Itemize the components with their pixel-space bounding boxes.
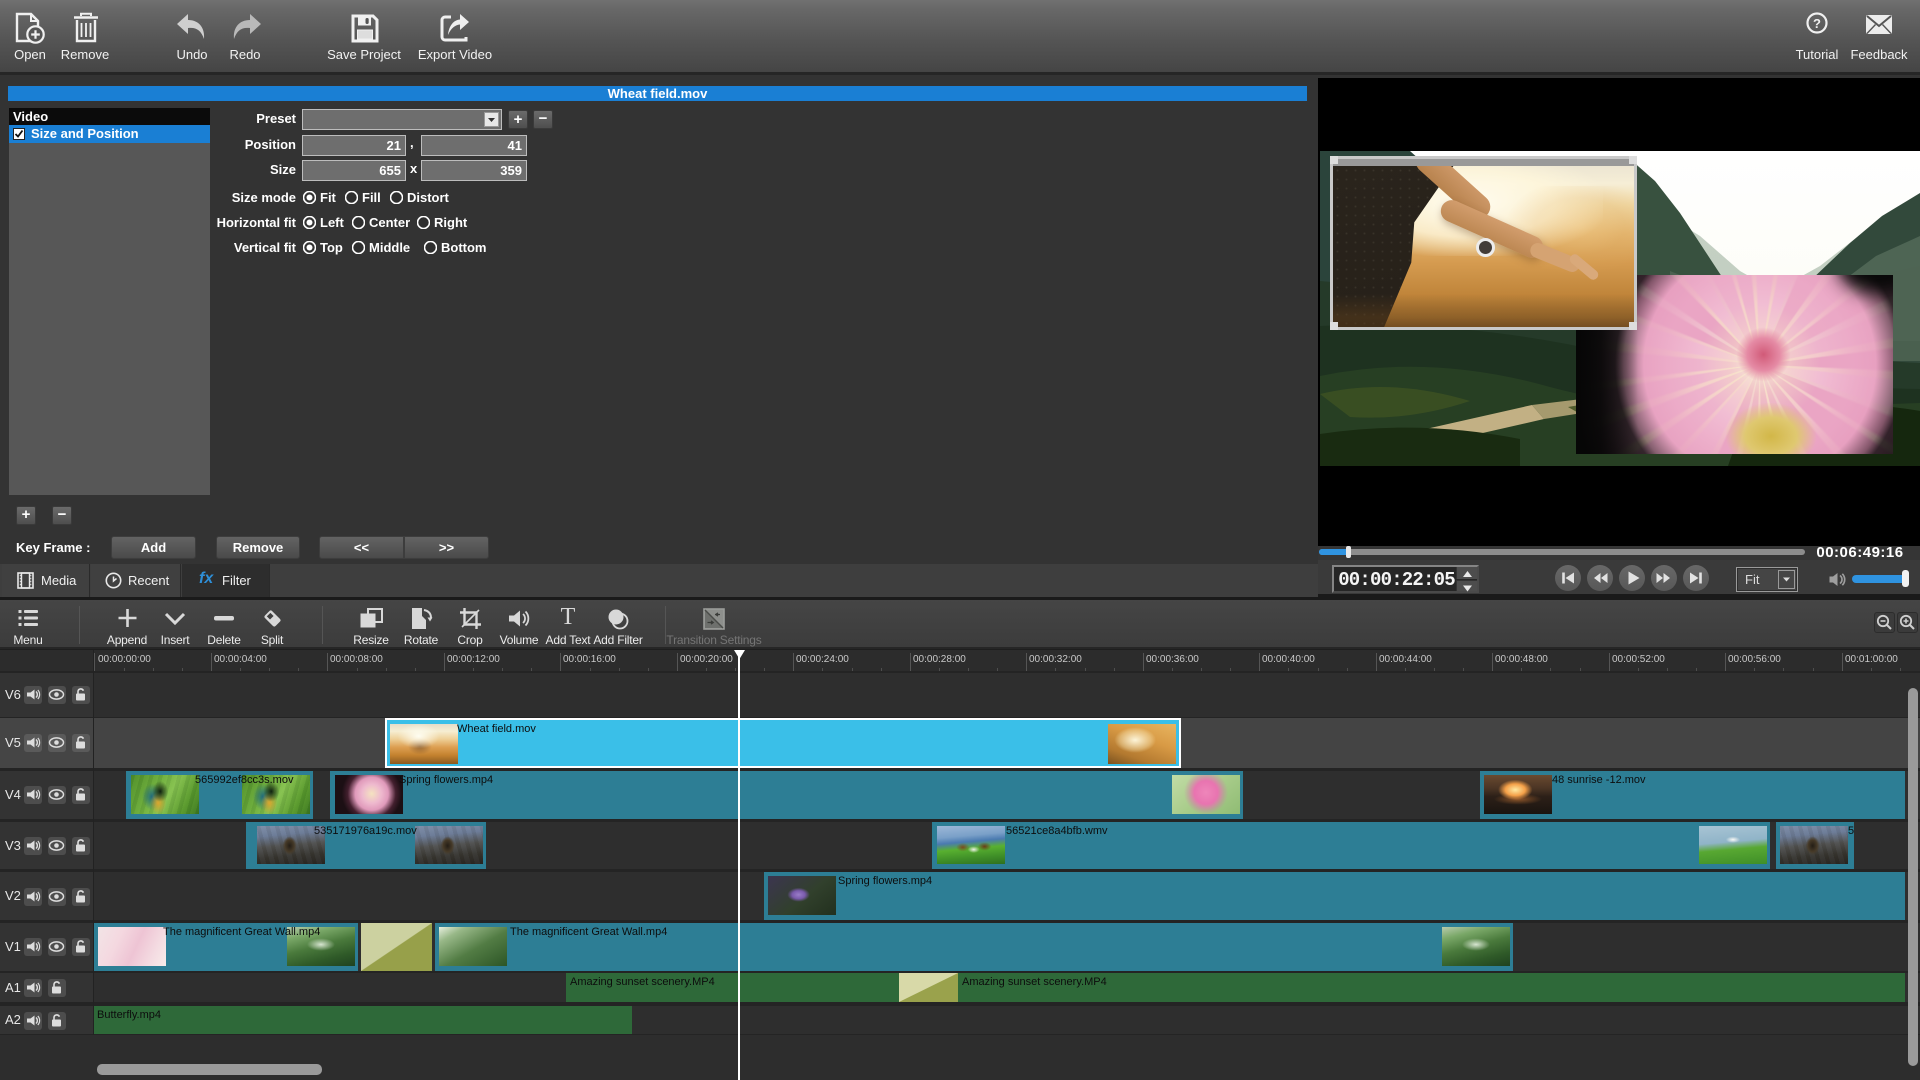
svg-text:?: ? <box>1813 16 1821 31</box>
